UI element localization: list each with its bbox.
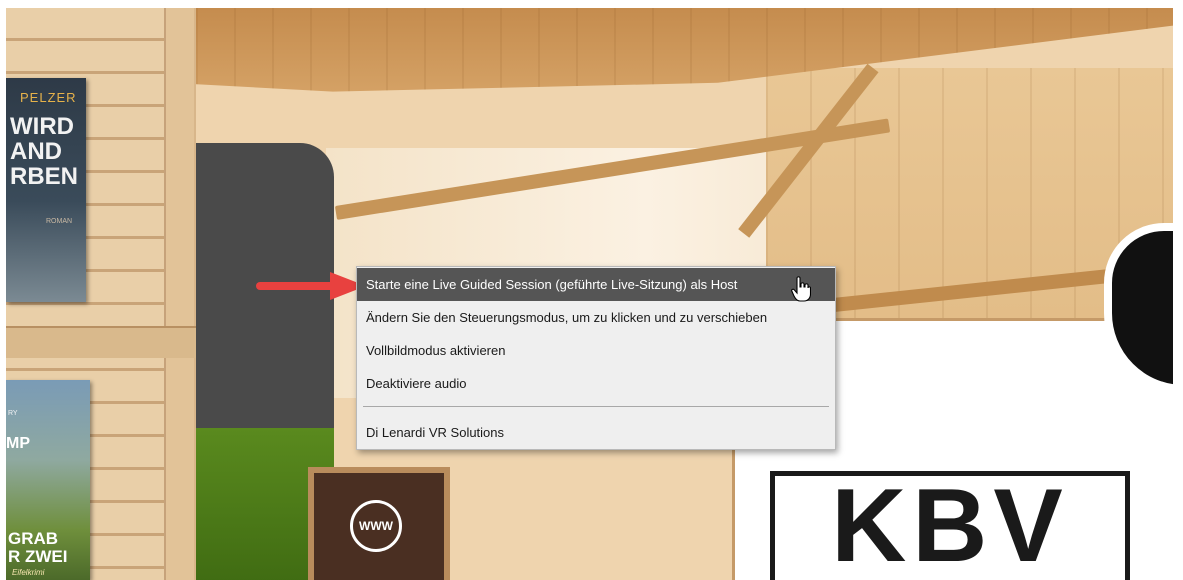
book-cover-top[interactable]: PELZER WIRD AND RBEN ROMAN <box>6 78 86 302</box>
menu-item-about-vendor[interactable]: Di Lenardi VR Solutions <box>357 416 835 449</box>
menu-item-start-guided-session[interactable]: Starte eine Live Guided Session (geführt… <box>357 268 835 301</box>
kbv-logo: KBV <box>770 471 1130 580</box>
book-mid-text: MP <box>6 435 30 452</box>
www-globe-icon[interactable]: WWW <box>350 500 402 552</box>
website-sign[interactable]: WWW <box>308 467 450 580</box>
book-author: PELZER <box>20 90 77 105</box>
shelf-post <box>164 8 194 580</box>
book-cover-bottom[interactable]: RY MP GRAB R ZWEI Eifelkrimi <box>6 380 90 580</box>
book-subtitle: ROMAN <box>46 218 73 225</box>
book-subtitle: Eifelkrimi <box>12 568 45 577</box>
book-title: WIRD AND RBEN <box>10 113 79 190</box>
menu-item-change-control-mode[interactable]: Ändern Sie den Steuerungsmodus, um zu kl… <box>357 301 835 334</box>
menu-item-label: Di Lenardi VR Solutions <box>366 425 505 440</box>
www-label: WWW <box>359 519 393 533</box>
book-title: GRAB R ZWEI <box>8 529 68 566</box>
red-arrow-icon <box>256 272 366 300</box>
menu-item-disable-audio[interactable]: Deaktiviere audio <box>357 367 835 400</box>
menu-item-label: Vollbildmodus aktivieren <box>366 343 506 358</box>
logo-text: KBV <box>831 471 1069 580</box>
menu-separator <box>363 406 829 407</box>
menu-item-fullscreen[interactable]: Vollbildmodus aktivieren <box>357 334 835 367</box>
shelf-board <box>6 326 196 358</box>
context-menu: Starte eine Live Guided Session (geführt… <box>356 266 836 450</box>
book-top-text: RY <box>8 410 18 417</box>
menu-item-label: Ändern Sie den Steuerungsmodus, um zu kl… <box>366 310 768 325</box>
menu-item-label: Deaktiviere audio <box>366 376 467 391</box>
menu-item-label: Starte eine Live Guided Session (geführt… <box>366 277 738 292</box>
hand-cursor-icon <box>791 276 811 302</box>
